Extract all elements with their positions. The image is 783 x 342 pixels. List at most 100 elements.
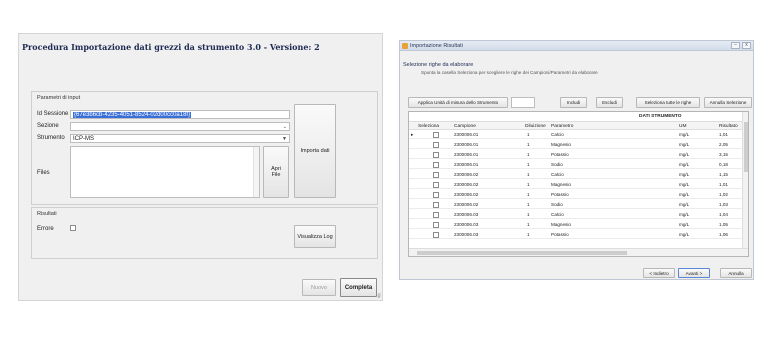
cancel-button[interactable]: Annulla xyxy=(720,268,752,278)
table-cell[interactable]: 2300006.03 xyxy=(454,222,478,227)
table-cell[interactable]: 1 xyxy=(527,202,530,207)
table-cell[interactable]: 2300006.01 xyxy=(454,162,478,167)
table-cell[interactable]: 1 xyxy=(527,182,530,187)
next-button[interactable]: Avanti > xyxy=(678,268,710,278)
table-row[interactable]: 2300006.03 1 Calcio mg/L 1,04 xyxy=(409,211,743,219)
row-select-checkbox[interactable] xyxy=(433,142,439,148)
table-cell[interactable]: 1 xyxy=(527,232,530,237)
row-select-checkbox[interactable] xyxy=(433,182,439,188)
table-row[interactable]: 2300006.03 1 Magnesio mg/L 1,05 xyxy=(409,221,743,229)
table-row[interactable]: 2300006.01 1 Magnesio mg/L 2,05 xyxy=(409,141,743,149)
table-cell[interactable]: 1,06 xyxy=(719,232,728,237)
table-cell[interactable]: 1 xyxy=(527,192,530,197)
table-row[interactable]: ▸ 2300006.01 1 Calcio mg/L 1,01 xyxy=(409,131,743,139)
table-cell[interactable]: 2300006.03 xyxy=(454,232,478,237)
resize-grip-icon[interactable]: ∯ xyxy=(377,293,381,299)
escludi-button[interactable]: Escludi xyxy=(596,97,623,108)
table-cell[interactable]: 1 xyxy=(527,222,530,227)
table-cell[interactable]: Magnesio xyxy=(551,222,571,227)
table-cell[interactable]: 1 xyxy=(527,142,530,147)
table-cell[interactable]: 1 xyxy=(527,212,530,217)
table-cell[interactable]: 1,03 xyxy=(719,202,728,207)
table-cell[interactable]: mg/L xyxy=(679,192,689,197)
strumento-dropdown[interactable]: ICP-MS ▼ xyxy=(70,134,290,143)
col-um[interactable]: UM xyxy=(679,124,686,129)
table-row[interactable]: 2300006.01 1 Sodio mg/L 0,18 xyxy=(409,161,743,169)
files-textarea[interactable] xyxy=(70,146,260,198)
units-input[interactable] xyxy=(511,97,535,108)
table-cell[interactable]: Magnesio xyxy=(551,182,571,187)
table-cell[interactable]: Calcio xyxy=(551,212,564,217)
table-cell[interactable]: 1 xyxy=(527,132,530,137)
minimize-icon[interactable]: – xyxy=(731,42,740,49)
table-cell[interactable]: Magnesio xyxy=(551,142,571,147)
table-cell[interactable]: mg/L xyxy=(679,202,689,207)
table-cell[interactable]: mg/L xyxy=(679,222,689,227)
table-row[interactable]: 2300006.01 1 Potassio mg/L 3,15 xyxy=(409,151,743,159)
row-select-checkbox[interactable] xyxy=(433,192,439,198)
completa-button[interactable]: Completa xyxy=(340,278,377,297)
table-cell[interactable]: 2300006.02 xyxy=(454,202,478,207)
apri-file-button[interactable]: Apri File xyxy=(263,146,289,198)
select-all-button[interactable]: Seleziona tutte le righe xyxy=(636,97,700,108)
sezione-dropdown[interactable]: ⌄ xyxy=(70,122,290,131)
importa-dati-button[interactable]: Importa dati xyxy=(294,104,336,198)
row-select-checkbox[interactable] xyxy=(433,172,439,178)
apply-units-button[interactable]: Applica Unità di misura dello Strumento xyxy=(408,97,508,108)
col-seleziona[interactable]: Seleziona xyxy=(418,124,439,129)
table-cell[interactable]: 1,15 xyxy=(719,172,728,177)
table-cell[interactable]: 1 xyxy=(527,172,530,177)
table-cell[interactable]: 1 xyxy=(527,162,530,167)
col-campione[interactable]: Campione xyxy=(454,124,476,129)
horizontal-scroll-thumb[interactable] xyxy=(417,251,627,255)
results-grid[interactable]: DATI STRUMENTO Seleziona Campione Diluiz… xyxy=(408,111,749,257)
table-cell[interactable]: mg/L xyxy=(679,212,689,217)
visualizza-log-button[interactable]: Visualizza Log xyxy=(294,225,336,248)
table-row[interactable]: 2300006.03 1 Potassio mg/L 1,06 xyxy=(409,231,743,239)
table-cell[interactable]: Calcio xyxy=(551,172,564,177)
col-parametro[interactable]: Parametro xyxy=(551,124,573,129)
row-select-checkbox[interactable] xyxy=(433,222,439,228)
table-cell[interactable]: 2300006.02 xyxy=(454,182,478,187)
table-cell[interactable]: Calcio xyxy=(551,132,564,137)
back-button[interactable]: < Indietro xyxy=(643,268,675,278)
col-diluizione[interactable]: Diluizione xyxy=(525,124,546,129)
close-icon[interactable]: x xyxy=(742,42,751,49)
table-cell[interactable]: Potassio xyxy=(551,152,569,157)
files-scrollbar[interactable] xyxy=(253,147,259,197)
table-cell[interactable]: Sodio xyxy=(551,202,563,207)
table-row[interactable]: 2300006.02 1 Calcio mg/L 1,15 xyxy=(409,171,743,179)
row-select-checkbox[interactable] xyxy=(433,152,439,158)
row-select-checkbox[interactable] xyxy=(433,162,439,168)
table-cell[interactable]: Sodio xyxy=(551,162,563,167)
table-cell[interactable]: mg/L xyxy=(679,142,689,147)
nuovo-button[interactable]: Nuovo xyxy=(302,279,336,296)
table-cell[interactable]: mg/L xyxy=(679,162,689,167)
row-select-checkbox[interactable] xyxy=(433,202,439,208)
table-cell[interactable]: 2300006.03 xyxy=(454,212,478,217)
vertical-scrollbar[interactable] xyxy=(742,112,748,250)
table-cell[interactable]: mg/L xyxy=(679,182,689,187)
row-select-checkbox[interactable] xyxy=(433,212,439,218)
includi-button[interactable]: Includi xyxy=(560,97,587,108)
table-cell[interactable]: 1 xyxy=(527,152,530,157)
table-cell[interactable]: 1,02 xyxy=(719,192,728,197)
table-cell[interactable]: 3,15 xyxy=(719,152,728,157)
table-cell[interactable]: 2300006.02 xyxy=(454,192,478,197)
table-cell[interactable]: 0,18 xyxy=(719,162,728,167)
table-cell[interactable]: 2300006.01 xyxy=(454,152,478,157)
horizontal-scrollbar[interactable] xyxy=(409,248,748,256)
table-row[interactable]: 2300006.02 1 Potassio mg/L 1,02 xyxy=(409,191,743,199)
table-cell[interactable]: 2300006.02 xyxy=(454,172,478,177)
table-row[interactable]: 2300006.02 1 Magnesio mg/L 1,01 xyxy=(409,181,743,189)
table-cell[interactable]: mg/L xyxy=(679,172,689,177)
vertical-scroll-thumb[interactable] xyxy=(744,122,748,172)
table-cell[interactable]: 1,05 xyxy=(719,222,728,227)
table-cell[interactable]: Potassio xyxy=(551,192,569,197)
table-cell[interactable]: 1,01 xyxy=(719,182,728,187)
table-cell[interactable]: 2300006.01 xyxy=(454,142,478,147)
id-sessione-field[interactable]: {67e3b6cb-4235-4051-8524-02d00cc0a18f} xyxy=(70,110,290,119)
table-cell[interactable]: 2300006.01 xyxy=(454,132,478,137)
row-select-checkbox[interactable] xyxy=(433,132,439,138)
errore-checkbox[interactable] xyxy=(70,225,76,231)
